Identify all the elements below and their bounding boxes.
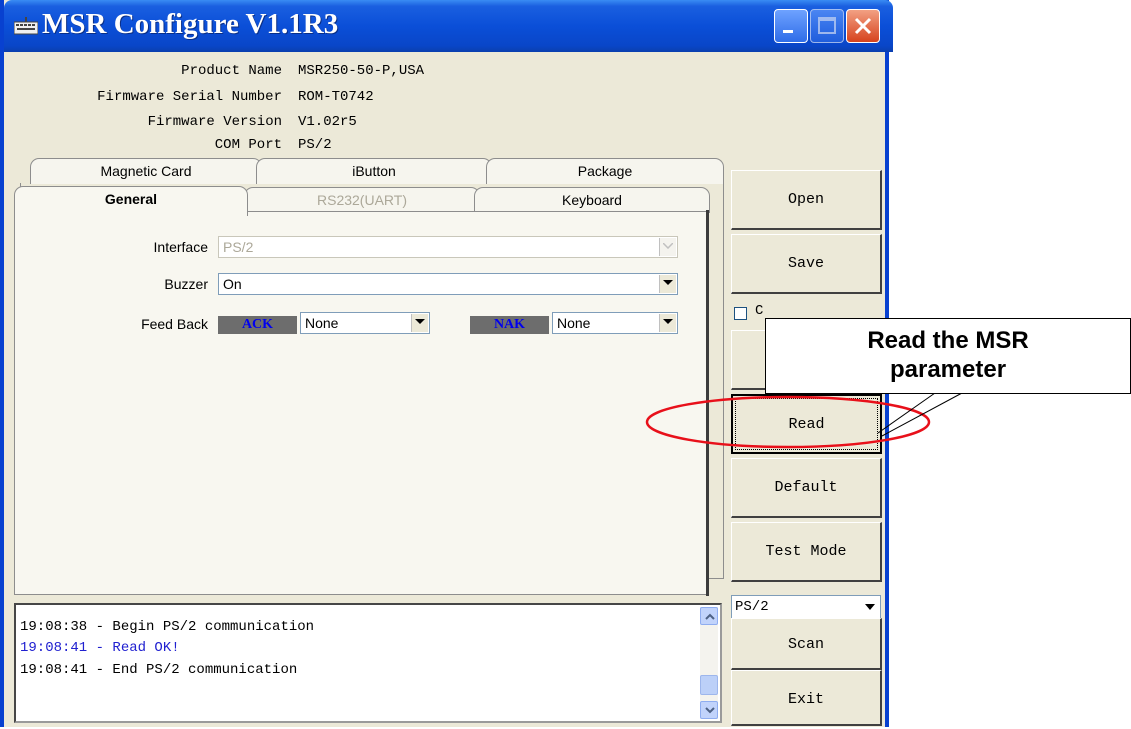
callout-box: Read the MSR parameter xyxy=(765,318,1131,394)
callout-line2: parameter xyxy=(889,356,1007,383)
highlight-ellipse xyxy=(645,395,931,449)
callout-line1: Read the MSR xyxy=(867,327,1029,354)
